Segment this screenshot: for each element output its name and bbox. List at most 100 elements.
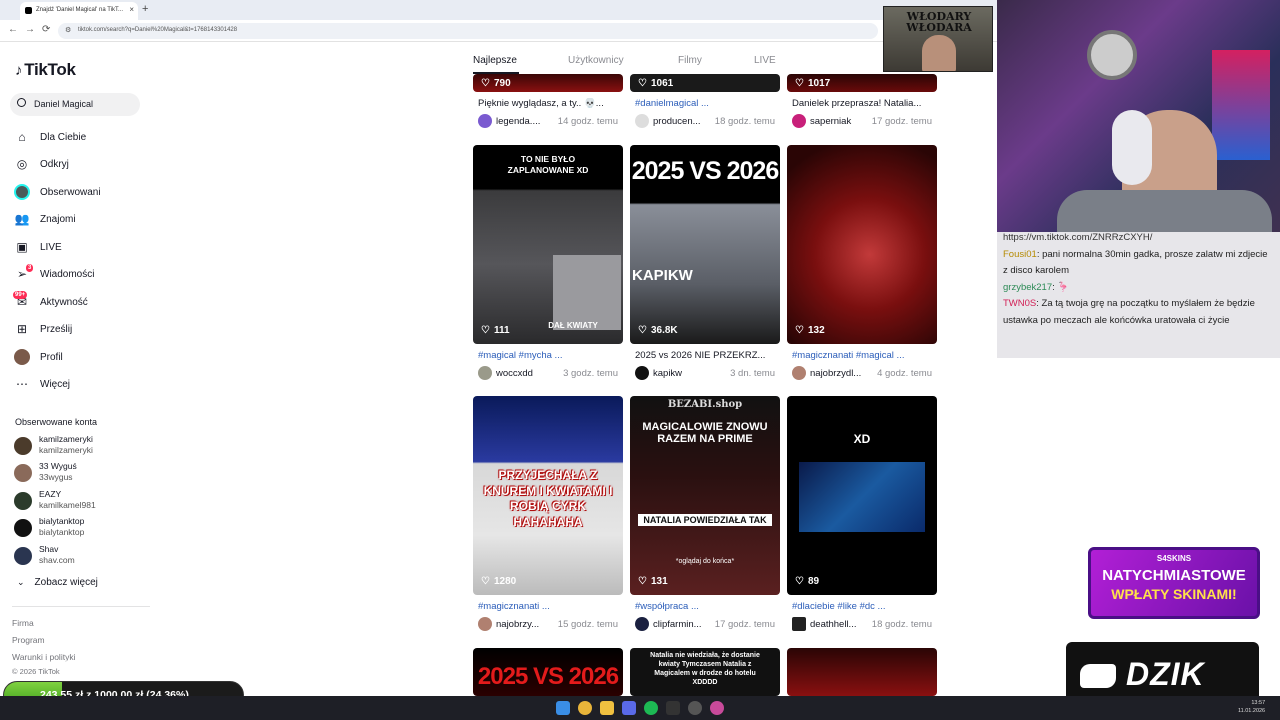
skins-line2: WPŁATY SKINAMI!	[1111, 586, 1237, 602]
video-description[interactable]: Danielek przeprasza! Natalia...	[792, 98, 937, 109]
footer-link-firma[interactable]: Firma	[12, 618, 34, 628]
tab-uzytkownicy[interactable]: Użytkownicy	[568, 55, 624, 66]
video-thumbnail[interactable]: ♡ 132	[787, 145, 937, 344]
chat-line: grzybek217: 🦩	[1003, 280, 1274, 297]
video-card[interactable]: ♡ 1017 Danielek przeprasza! Natalia... sa…	[787, 74, 937, 134]
heart-icon: ♡	[638, 325, 647, 336]
video-thumbnail[interactable]: TO NIE BYŁO ZAPLANOWANE XD DAŁ KWIATY ♡ 1…	[473, 145, 623, 344]
author-name[interactable]: saperniak	[810, 116, 872, 127]
forward-icon[interactable]: →	[25, 24, 35, 35]
author-name[interactable]: producen...	[653, 116, 715, 127]
tiktok-logo[interactable]: ♪ TikTok	[15, 60, 76, 80]
video-thumbnail[interactable]: PRZYJECHAŁA Z KNUREM I KWIATAMI I ROBIĄ …	[473, 396, 623, 595]
shelf-decoration	[1212, 50, 1270, 160]
author-name[interactable]: najobrzydl...	[810, 368, 877, 379]
video-meta: producen... 18 godz. temu	[635, 114, 780, 128]
nav-wiecej[interactable]: ⋯ Więcej	[13, 374, 153, 394]
video-description[interactable]: Pięknie wyglądasz, a ty.. 💀...	[478, 98, 623, 109]
video-description[interactable]: #współpraca ...	[635, 601, 780, 612]
video-thumbnail[interactable]: BEZABI.shop MAGICALOWIE ZNOWU RAZEM NA P…	[630, 396, 780, 595]
followed-account[interactable]: Shav shav.com	[14, 544, 154, 570]
search-input[interactable]: Daniel Magical	[10, 93, 140, 116]
nav-profil[interactable]: Profil	[13, 347, 153, 367]
logo-text: WŁODARY WŁODARA	[906, 10, 972, 34]
video-description[interactable]: #dlaciebie #like #dc ...	[792, 601, 937, 612]
new-tab-button[interactable]: +	[142, 3, 148, 15]
video-card[interactable]: PRZYJECHAŁA Z KNUREM I KWIATAMI I ROBIĄ …	[473, 396, 623, 636]
followed-account[interactable]: bialytanktop bialytanktop	[14, 516, 154, 542]
video-thumbnail[interactable]: ♡ 1017	[787, 74, 937, 92]
account-name: kamilzameryki	[39, 434, 93, 444]
tab-title: Znajdź 'Daniel Magical' na TikT...	[36, 7, 123, 13]
video-card[interactable]: ♡ 132 #magicznanati #magical ... najobrzy…	[787, 145, 937, 385]
video-thumbnail[interactable]	[787, 648, 937, 696]
taskbar-clock[interactable]: 13:57 11.01.2026	[1238, 699, 1265, 715]
home-icon: ⌂	[18, 130, 26, 144]
nav-aktywnosc[interactable]: ✉ Aktywność 99+	[13, 291, 153, 312]
footer-link-program[interactable]: Program	[12, 635, 45, 645]
tab-filmy[interactable]: Filmy	[678, 55, 702, 66]
video-thumbnail[interactable]: 2025 VS 2026 KAPIKW ♡ 36.8K	[630, 145, 780, 344]
video-description[interactable]: 2025 vs 2026 NIE PRZEKRZ...	[635, 350, 780, 361]
video-thumbnail[interactable]: Natalia nie wiedziała, że dostanie kwiat…	[630, 648, 780, 696]
followed-account[interactable]: 33 Wyguś 33wygus	[14, 461, 154, 487]
start-icon[interactable]	[556, 701, 570, 715]
video-card[interactable]: ♡ 1061 #danielmagical ... producen... 18 g…	[630, 74, 780, 134]
video-description[interactable]: #magicznanati ...	[478, 601, 623, 612]
tab-live[interactable]: LIVE	[754, 55, 776, 66]
nav-wiadomosci[interactable]: ➢ Wiadomości 3	[13, 264, 153, 284]
video-card[interactable]: 2025 VS 2026 KAPIKW ♡ 36.8K 2025 vs 2026 …	[630, 145, 780, 385]
video-description[interactable]: #magicznanati #magical ...	[792, 350, 937, 361]
nav-live[interactable]: ▣ LIVE	[13, 237, 153, 257]
video-description[interactable]: #danielmagical ...	[635, 98, 780, 109]
nav-odkryj[interactable]: ◎ Odkryj	[13, 154, 153, 174]
back-icon[interactable]: ←	[8, 24, 18, 35]
address-bar[interactable]: ⚙ tiktok.com/search?q=Daniel%20Magical&t…	[58, 23, 878, 39]
nav-label: Profil	[40, 351, 63, 363]
browser-tab[interactable]: Znajdź 'Daniel Magical' na TikT... ×	[20, 2, 138, 20]
heart-icon: ♡	[638, 78, 647, 89]
browser-icon[interactable]	[710, 701, 724, 715]
author-name[interactable]: woccxdd	[496, 368, 563, 379]
video-thumbnail[interactable]: ♡ 1061	[630, 74, 780, 92]
post-time: 3 dn. temu	[730, 367, 775, 379]
like-count: 790	[493, 78, 511, 89]
reload-icon[interactable]: ⟳	[42, 24, 50, 35]
video-description[interactable]: #magical #mycha ...	[478, 350, 623, 361]
chrome-icon[interactable]	[578, 701, 592, 715]
url-text: tiktok.com/search?q=Daniel%20Magical&t=1…	[78, 27, 238, 33]
followed-account[interactable]: EAZY kamilkamel981	[14, 489, 154, 515]
video-card[interactable]: TO NIE BYŁO ZAPLANOWANE XD DAŁ KWIATY ♡ 1…	[473, 145, 623, 385]
author-name[interactable]: legenda....	[496, 116, 558, 127]
discord-icon[interactable]	[622, 701, 636, 715]
spotify-icon[interactable]	[644, 701, 658, 715]
video-meta: saperniak 17 godz. temu	[792, 114, 937, 128]
nav-przeslij[interactable]: ⊞ Prześlij	[13, 319, 153, 339]
author-avatar	[792, 366, 806, 380]
video-thumbnail[interactable]: ♡ 790	[473, 74, 623, 92]
video-card[interactable]: BEZABI.shop MAGICALOWIE ZNOWU RAZEM NA P…	[630, 396, 780, 636]
search-icon[interactable]	[17, 98, 26, 107]
site-info-icon[interactable]: ⚙	[65, 26, 71, 34]
author-name[interactable]: kapikw	[653, 368, 723, 379]
video-thumbnail[interactable]: XD ♡ 89	[787, 396, 937, 595]
see-more-accounts-link[interactable]: ⌄ Zobacz więcej	[17, 577, 98, 588]
video-card[interactable]: XD ♡ 89 #dlaciebie #like #dc ... deathhel…	[787, 396, 937, 636]
video-card[interactable]: ♡ 790 Pięknie wyglądasz, a ty.. 💀... lege…	[473, 74, 623, 134]
close-tab-icon[interactable]: ×	[129, 5, 134, 14]
nav-dla-ciebie[interactable]: ⌂ Dla Ciebie	[13, 127, 153, 147]
tab-najlepsze[interactable]: Najlepsze	[473, 55, 517, 66]
author-name[interactable]: najobrzy...	[496, 619, 558, 630]
author-name[interactable]: clipfarmin...	[653, 619, 715, 630]
app-icon[interactable]	[666, 701, 680, 715]
post-time: 14 godz. temu	[557, 115, 618, 127]
author-name[interactable]: deathhell...	[810, 619, 872, 630]
video-thumbnail[interactable]: 2025 VS 2026	[473, 648, 623, 696]
overlay-caption-bottom: DAŁ KWIATY	[548, 321, 598, 330]
nav-obserwowani[interactable]: Obserwowani	[13, 182, 153, 202]
followed-account[interactable]: kamilzameryki kamilzameryki	[14, 434, 154, 460]
overlay-small: *oglądaj do końca*	[675, 558, 735, 565]
folder-icon[interactable]	[600, 701, 614, 715]
nav-znajomi[interactable]: 👥 Znajomi	[13, 209, 153, 229]
obs-icon[interactable]	[688, 701, 702, 715]
